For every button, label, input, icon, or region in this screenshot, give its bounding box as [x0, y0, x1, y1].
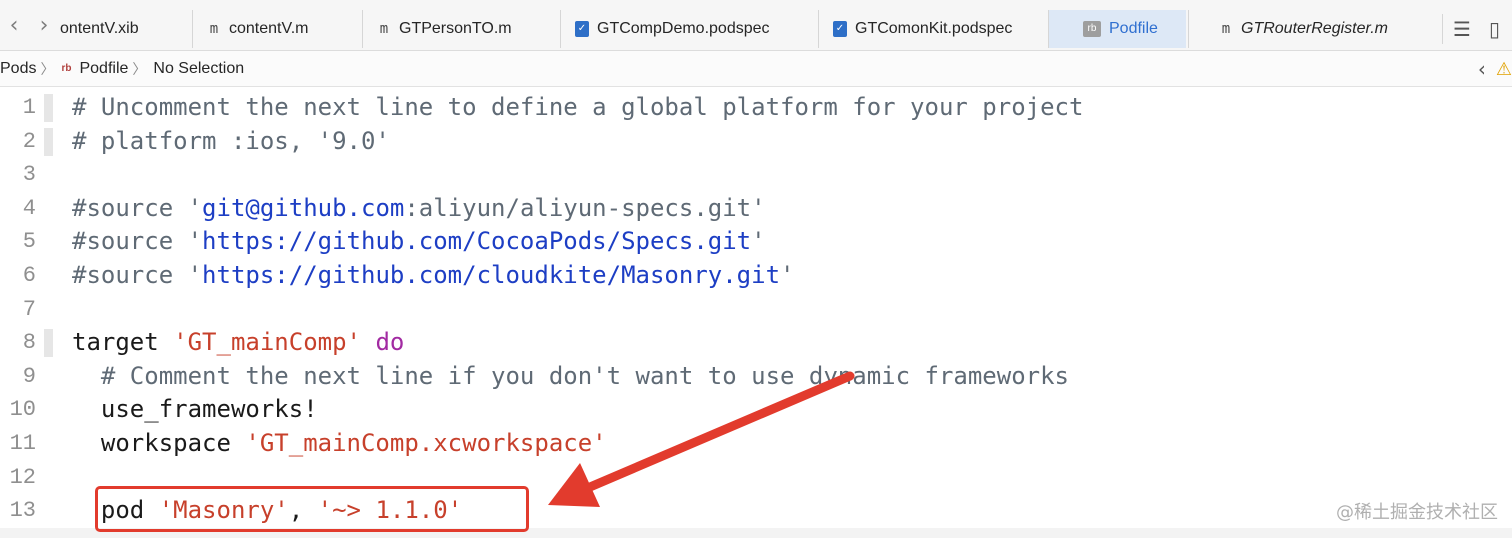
annotation-arrow-icon — [548, 371, 855, 507]
watermark: @稀土掘金技术社区 — [1336, 502, 1498, 523]
